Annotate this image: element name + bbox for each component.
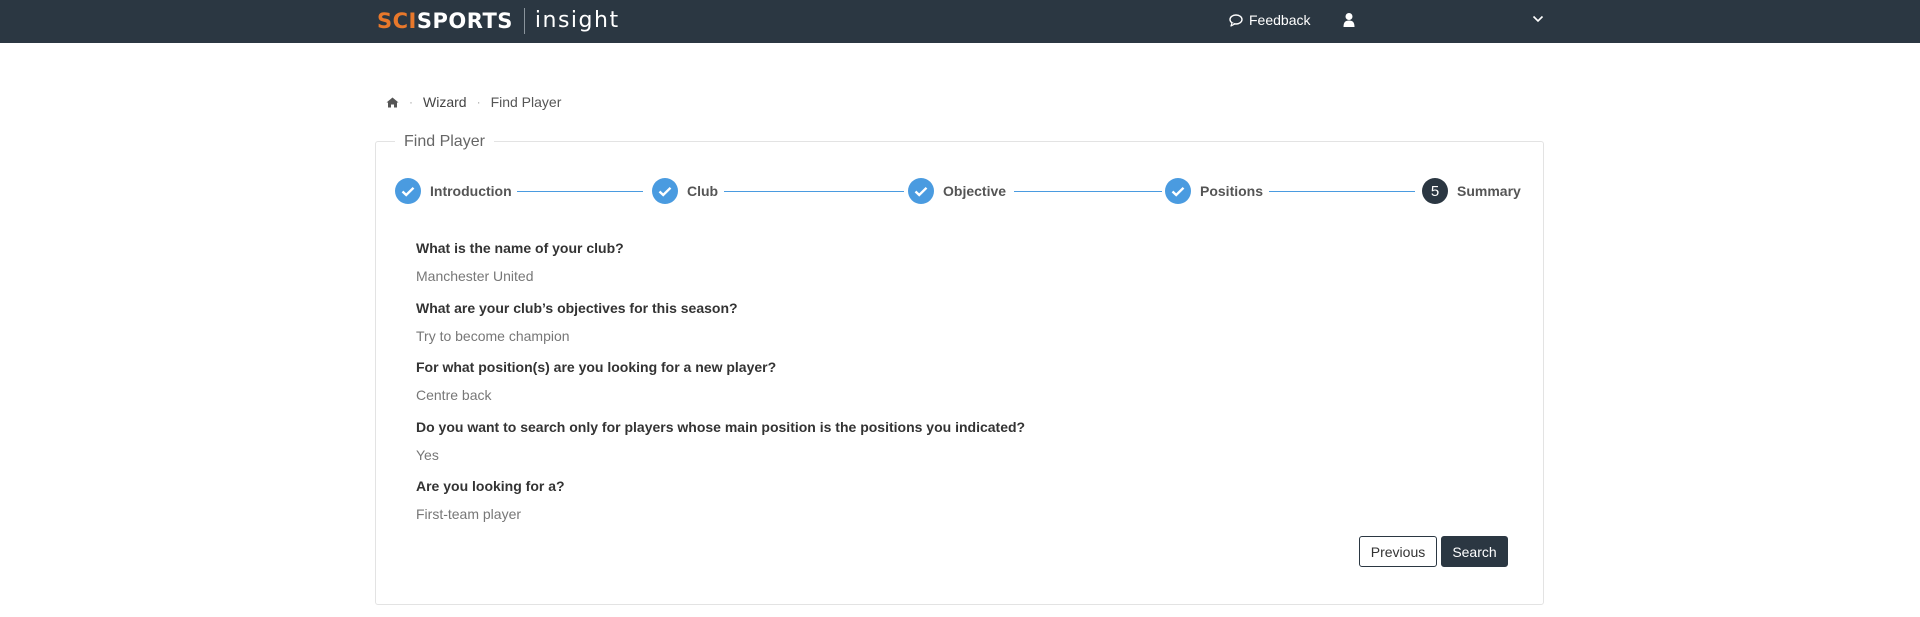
search-button[interactable]: Search xyxy=(1441,536,1508,567)
step-introduction[interactable]: Introduction xyxy=(395,177,512,205)
step-connector xyxy=(517,191,643,192)
check-icon xyxy=(908,178,934,204)
breadcrumb-current: Find Player xyxy=(490,94,562,110)
app-logo[interactable]: SCISPORTS insight xyxy=(377,8,620,34)
step-label: Introduction xyxy=(430,183,512,199)
logo-subtitle: insight xyxy=(534,8,620,33)
check-icon xyxy=(652,178,678,204)
summary-answer: Centre back xyxy=(416,387,492,403)
feedback-link[interactable]: Feedback xyxy=(1229,10,1310,30)
summary-item: Do you want to search only for players w… xyxy=(416,419,1025,463)
step-label: Objective xyxy=(943,183,1007,199)
logo-divider xyxy=(523,8,525,34)
step-label: Summary xyxy=(1457,183,1521,199)
chevron-down-icon[interactable] xyxy=(1532,14,1544,24)
check-icon xyxy=(395,178,421,204)
step-label: Positions xyxy=(1200,183,1264,199)
step-connector xyxy=(1014,191,1162,192)
summary-item: What is the name of your club? Mancheste… xyxy=(416,240,624,284)
breadcrumb-separator: · xyxy=(409,95,413,109)
summary-question: What are your club’s objectives for this… xyxy=(416,300,738,316)
step-positions[interactable]: Positions xyxy=(1165,177,1263,205)
step-label: Club xyxy=(687,183,719,199)
breadcrumb: · Wizard · Find Player xyxy=(386,94,561,110)
step-connector xyxy=(1269,191,1415,192)
summary-question: For what position(s) are you looking for… xyxy=(416,359,777,375)
summary-item: For what position(s) are you looking for… xyxy=(416,359,776,403)
summary-item: Are you looking for a? First-team player xyxy=(416,478,565,522)
check-icon xyxy=(1165,178,1191,204)
wizard-steps: Introduction Club Objective Positions 5 … xyxy=(395,177,1525,205)
step-summary[interactable]: 5 Summary xyxy=(1422,177,1521,205)
summary-answer: Yes xyxy=(416,447,439,463)
summary-question: What is the name of your club? xyxy=(416,240,624,256)
feedback-label: Feedback xyxy=(1249,12,1311,28)
user-icon[interactable] xyxy=(1343,12,1355,28)
step-number: 5 xyxy=(1422,178,1448,204)
summary-question: Do you want to search only for players w… xyxy=(416,419,1026,435)
step-connector xyxy=(724,191,904,192)
breadcrumb-wizard-link[interactable]: Wizard xyxy=(423,94,467,110)
summary-answer: First-team player xyxy=(416,506,522,522)
top-navbar: SCISPORTS insight Feedback xyxy=(0,0,1920,43)
previous-button[interactable]: Previous xyxy=(1359,536,1437,567)
comment-icon xyxy=(1229,13,1243,27)
breadcrumb-separator: · xyxy=(476,95,481,109)
summary-item: What are your club’s objectives for this… xyxy=(416,300,738,344)
summary-question: Are you looking for a? xyxy=(416,478,565,494)
step-club[interactable]: Club xyxy=(652,177,718,205)
step-objective[interactable]: Objective xyxy=(908,177,1006,205)
home-icon[interactable] xyxy=(386,97,399,108)
logo-wordmark: SCISPORTS xyxy=(377,9,513,33)
summary-answer: Manchester United xyxy=(416,268,534,284)
summary-answer: Try to become champion xyxy=(416,328,570,344)
panel-title: Find Player xyxy=(395,131,494,153)
